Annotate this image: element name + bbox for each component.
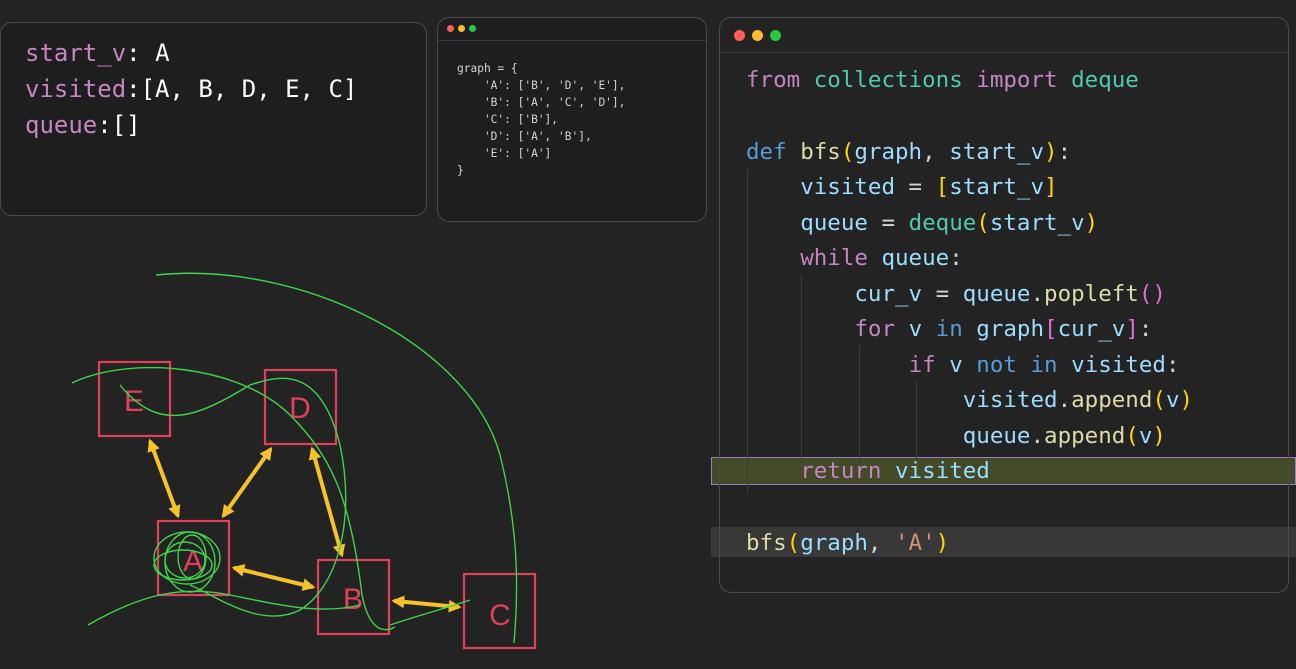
maximize-dot-icon: [770, 30, 781, 41]
code-line: queue.append(v): [962, 423, 1166, 449]
code-line: cur_v = queue.popleft(): [854, 281, 1166, 307]
traversal-stroke: [119, 377, 347, 617]
node-E: E: [97, 360, 172, 438]
close-dot-icon: [447, 25, 454, 32]
edge-A-D: [221, 446, 273, 519]
edge-E-A: [147, 438, 181, 519]
dict-line: }: [457, 164, 464, 177]
dict-line: 'E': ['A']: [457, 147, 552, 160]
queue-label: queue: [25, 111, 98, 139]
code-line-current: return visited: [800, 458, 990, 484]
graph-dict-panel: graph = { 'A': ['B', 'D', 'E'], 'B': ['A…: [437, 17, 707, 222]
dict-line: 'D': ['A', 'B'],: [457, 130, 592, 143]
code-line: while queue:: [800, 245, 963, 271]
code-line: visited = [start_v]: [800, 174, 1058, 200]
queue-value: []: [111, 111, 141, 139]
node-label: C: [489, 599, 511, 632]
visited-label: visited: [25, 75, 127, 103]
dict-line: 'B': ['A', 'C', 'D'],: [457, 96, 626, 109]
code-line: if v not in visited:: [908, 352, 1180, 378]
dict-line: graph = {: [457, 62, 518, 75]
maximize-dot-icon: [469, 25, 476, 32]
node-C: C: [462, 572, 537, 650]
code-line: bfs(graph, 'A'): [746, 530, 950, 556]
minimize-dot-icon: [458, 25, 465, 32]
title-divider: [720, 52, 1288, 53]
code-line: from collections import deque: [746, 67, 1139, 93]
code-line: def bfs(graph, start_v):: [746, 139, 1072, 165]
node-label: D: [289, 392, 311, 425]
handdrawn-annotations: [71, 272, 518, 644]
code-editor-panel: from collections import deque def bfs(gr…: [719, 17, 1289, 593]
traversal-stroke: [87, 590, 361, 626]
edge-A-B: [231, 564, 316, 591]
outer-arc-stroke: [155, 272, 518, 644]
visited-value: [A, B, D, E, C]: [140, 75, 358, 103]
dict-line: 'A': ['B', 'D', 'E'],: [457, 79, 626, 92]
code-line: visited.append(v): [962, 387, 1194, 413]
queue-line: queue:[]: [25, 111, 141, 139]
start-v-label: start_v: [25, 39, 127, 67]
minimize-dot-icon: [752, 30, 763, 41]
code-line: queue = deque(start_v): [800, 210, 1099, 236]
edge-D-B: [308, 446, 346, 558]
node-label: B: [343, 583, 363, 616]
code-line: for v in graph[cur_v]:: [854, 316, 1153, 342]
title-divider: [438, 40, 706, 41]
graph-diagram: E D A B C: [71, 272, 537, 650]
visited-line: visited:[A, B, D, E, C]: [25, 75, 358, 103]
dict-line: 'C': ['B'],: [457, 113, 559, 126]
node-B: B: [316, 558, 391, 636]
start-v-line: start_v: A: [25, 39, 170, 67]
state-panel: start_v: A visited:[A, B, D, E, C] queue…: [0, 22, 427, 216]
start-v-value: A: [155, 39, 170, 67]
window-controls: [734, 30, 781, 41]
window-controls: [447, 25, 476, 32]
edges-group: [147, 438, 462, 613]
node-label: E: [124, 385, 144, 418]
close-dot-icon: [734, 30, 745, 41]
